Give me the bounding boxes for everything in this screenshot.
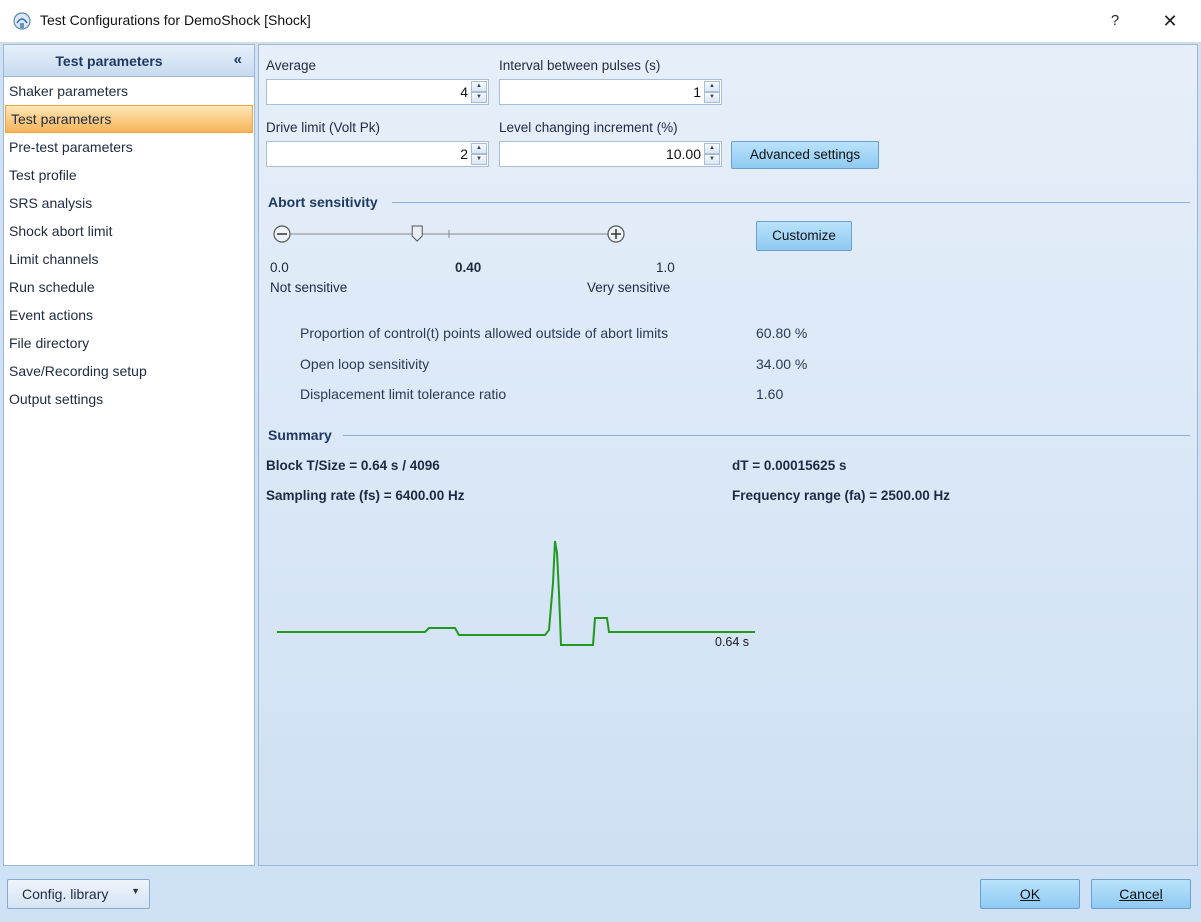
- sidebar-item-shock-abort-limit[interactable]: Shock abort limit: [4, 217, 254, 245]
- ok-button[interactable]: OK: [980, 879, 1080, 909]
- level-increment-label: Level changing increment (%): [499, 120, 678, 135]
- help-button[interactable]: ?: [1100, 6, 1130, 36]
- spin-up-icon[interactable]: ▲: [704, 81, 720, 92]
- dialog-window: Test Configurations for DemoShock [Shock…: [0, 0, 1201, 922]
- interval-stepper[interactable]: 1 ▲ ▼: [499, 79, 722, 105]
- cancel-button[interactable]: Cancel: [1091, 879, 1191, 909]
- info-value-displacement: 1.60: [756, 386, 784, 402]
- app-icon: [13, 12, 31, 30]
- waveform-preview: 0.64 s: [277, 540, 755, 649]
- dropdown-arrow-icon: ▼: [131, 886, 140, 896]
- close-button[interactable]: ✕: [1152, 6, 1188, 36]
- sidebar-item-srs-analysis[interactable]: SRS analysis: [4, 189, 254, 217]
- info-label-proportion: Proportion of control(t) points allowed …: [300, 325, 669, 341]
- abort-sensitivity-title: Abort sensitivity: [268, 194, 378, 210]
- average-label: Average: [266, 58, 317, 73]
- spin-down-icon[interactable]: ▼: [704, 154, 720, 165]
- slider-min-value: 0.0: [270, 260, 289, 275]
- ok-label: OK: [1019, 886, 1041, 902]
- drive-limit-label: Drive limit (Volt Pk): [266, 120, 381, 135]
- decrease-icon[interactable]: [273, 225, 291, 243]
- drive-limit-stepper[interactable]: 2 ▲ ▼: [266, 141, 489, 167]
- sidebar-item-run-schedule[interactable]: Run schedule: [4, 273, 254, 301]
- sidebar-item-file-directory[interactable]: File directory: [4, 329, 254, 357]
- summary-title: Summary: [268, 427, 332, 443]
- section-divider: [343, 435, 1190, 436]
- interval-value: 1: [693, 84, 701, 100]
- advanced-settings-button[interactable]: Advanced settings: [731, 141, 879, 169]
- customize-button[interactable]: Customize: [756, 221, 852, 251]
- average-value: 4: [460, 84, 468, 100]
- sidebar-item-test-profile[interactable]: Test profile: [4, 161, 254, 189]
- level-increment-value: 10.00: [665, 146, 701, 162]
- abort-sensitivity-slider[interactable]: [269, 221, 629, 247]
- interval-label: Interval between pulses (s): [499, 58, 661, 73]
- spin-down-icon[interactable]: ▼: [471, 154, 487, 165]
- slider-current-value: 0.40: [455, 260, 482, 275]
- drive-limit-value: 2: [460, 146, 468, 162]
- spin-up-icon[interactable]: ▲: [471, 81, 487, 92]
- config-library-label: Config. library: [22, 886, 109, 902]
- cancel-label: Cancel: [1119, 886, 1163, 902]
- spin-down-icon[interactable]: ▼: [704, 92, 720, 103]
- slider-min-caption: Not sensitive: [270, 280, 348, 295]
- info-value-open-loop: 34.00 %: [756, 356, 808, 372]
- slider-max-value: 1.0: [656, 260, 675, 275]
- level-increment-stepper[interactable]: 10.00 ▲ ▼: [499, 141, 722, 167]
- sidebar-item-save-recording-setup[interactable]: Save/Recording setup: [4, 357, 254, 385]
- increase-icon[interactable]: [607, 225, 625, 243]
- title-bar: Test Configurations for DemoShock [Shock…: [0, 0, 1201, 43]
- spin-up-icon[interactable]: ▲: [704, 143, 720, 154]
- sidebar-item-output-settings[interactable]: Output settings: [4, 385, 254, 413]
- slider-thumb[interactable]: [411, 225, 423, 242]
- summary-frequency-range: Frequency range (fa) = 2500.00 Hz: [732, 488, 950, 503]
- summary-sampling-rate: Sampling rate (fs) = 6400.00 Hz: [266, 488, 465, 503]
- sidebar-item-pre-test-parameters[interactable]: Pre-test parameters: [4, 133, 254, 161]
- waveform-line: [277, 540, 755, 646]
- average-stepper[interactable]: 4 ▲ ▼: [266, 79, 489, 105]
- window-title: Test Configurations for DemoShock [Shock…: [40, 12, 311, 28]
- collapse-sidebar-icon[interactable]: «: [234, 51, 242, 68]
- section-divider: [392, 202, 1190, 203]
- slider-max-caption: Very sensitive: [587, 280, 671, 295]
- sidebar-item-test-parameters[interactable]: Test parameters: [5, 105, 253, 133]
- spin-up-icon[interactable]: ▲: [471, 143, 487, 154]
- info-label-displacement: Displacement limit tolerance ratio: [300, 386, 507, 402]
- info-value-proportion: 60.80 %: [756, 325, 808, 341]
- sidebar-title: Test parameters: [55, 53, 163, 69]
- sidebar-header: Test parameters «: [4, 45, 254, 77]
- sidebar-nav-list: Shaker parameters Test parameters Pre-te…: [4, 77, 254, 413]
- summary-block-size: Block T/Size = 0.64 s / 4096: [266, 458, 440, 473]
- spin-down-icon[interactable]: ▼: [471, 92, 487, 103]
- waveform-end-label: 0.64 s: [715, 635, 749, 649]
- sidebar: Test parameters « Shaker parameters Test…: [3, 44, 255, 866]
- info-label-open-loop: Open loop sensitivity: [300, 356, 430, 372]
- config-library-button[interactable]: Config. library ▼: [7, 879, 150, 909]
- content-panel: Average 4 ▲ ▼ Interval between pulses (s…: [258, 44, 1198, 866]
- summary-dt: dT = 0.00015625 s: [732, 458, 847, 473]
- sidebar-item-shaker-parameters[interactable]: Shaker parameters: [4, 77, 254, 105]
- sidebar-item-limit-channels[interactable]: Limit channels: [4, 245, 254, 273]
- sidebar-item-event-actions[interactable]: Event actions: [4, 301, 254, 329]
